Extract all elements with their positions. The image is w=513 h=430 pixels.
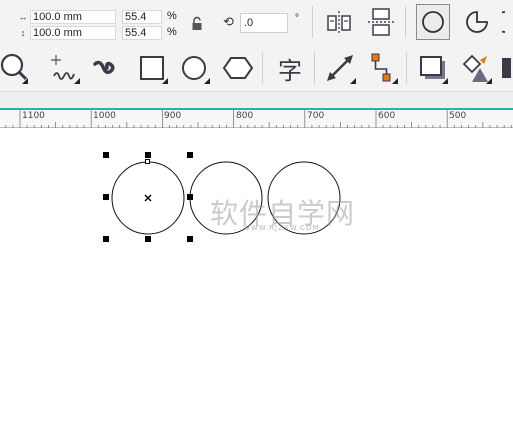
horizontal-ruler[interactable]: 1100 1000 900 800 700 600 500	[0, 110, 513, 128]
handle-middle-left[interactable]	[103, 194, 109, 200]
ruler-label: 1000	[93, 111, 116, 121]
object-height-field[interactable]: 100.0 mm	[30, 26, 116, 40]
mirror-vertical-icon	[368, 8, 394, 36]
ruler-label: 1100	[22, 111, 45, 121]
scale-x-field[interactable]: 55.4	[122, 10, 162, 24]
handle-top-left[interactable]	[103, 152, 109, 158]
ellipse-icon	[422, 11, 444, 33]
mirror-vertical-button[interactable]	[364, 4, 398, 40]
handle-bottom-center[interactable]	[145, 236, 151, 242]
connector-tool[interactable]	[364, 50, 400, 86]
text-tool[interactable]: 字	[272, 50, 308, 86]
degree-symbol: °	[295, 13, 299, 24]
object-width-field[interactable]: 100.0 mm	[30, 10, 116, 24]
rectangle-tool[interactable]	[134, 50, 170, 86]
ruler-label: 500	[449, 111, 467, 121]
handle-bottom-left[interactable]	[103, 236, 109, 242]
toolbox-separator	[406, 52, 407, 84]
fill-icon	[502, 58, 511, 78]
ruler-label: 900	[164, 111, 182, 121]
handle-top-center[interactable]	[145, 152, 151, 158]
artistic-media-icon	[93, 60, 115, 75]
document-tab-strip	[0, 92, 513, 110]
scale-y-percent: %	[167, 26, 177, 38]
hexagon-icon	[222, 57, 254, 79]
circle-node-handle[interactable]	[145, 159, 150, 164]
arc-mode-button[interactable]	[502, 4, 513, 40]
width-icon: ↔	[18, 12, 28, 22]
handle-bottom-right[interactable]	[187, 236, 193, 242]
pie-icon	[466, 11, 488, 33]
handle-middle-right[interactable]	[187, 194, 193, 200]
canvas-drawing	[103, 152, 341, 242]
arc-icon	[502, 11, 506, 33]
ruler-label: 800	[236, 111, 254, 121]
interactive-fill-tool[interactable]	[458, 50, 494, 86]
rotation-icon: ⟲	[223, 14, 234, 29]
drawing-canvas[interactable]: 软件自学网 WWW.RJZXW.COM	[0, 129, 513, 430]
watermark-url: WWW.RJZXW.COM	[243, 224, 320, 232]
toolbar-separator	[312, 6, 313, 38]
object-height-row: ↕ 100.0 mm	[16, 26, 118, 40]
center-marker-icon	[144, 194, 152, 202]
drop-shadow-tool[interactable]	[414, 50, 450, 86]
polygon-tool[interactable]	[220, 50, 256, 86]
scale-y-field[interactable]: 55.4	[122, 26, 162, 40]
toolbar-separator	[405, 6, 406, 38]
dimension-tool[interactable]	[322, 50, 358, 86]
handle-top-right[interactable]	[187, 152, 193, 158]
fill-tool-partial[interactable]	[500, 50, 513, 86]
ellipse-tool[interactable]	[176, 50, 212, 86]
pie-mode-button[interactable]	[460, 4, 494, 40]
toolbox-separator	[314, 52, 315, 84]
scale-x-percent: %	[167, 10, 177, 22]
lock-ratio-icon[interactable]	[190, 16, 204, 32]
artistic-media-tool[interactable]	[88, 50, 124, 86]
property-bar: ↔ 100.0 mm ↕ 100.0 mm 55.4 55.4 % % ⟲ .0…	[0, 0, 513, 44]
toolbox-separator	[262, 52, 263, 84]
zoom-tool[interactable]	[0, 50, 30, 86]
selection-handles[interactable]	[103, 152, 193, 242]
freehand-tool[interactable]	[46, 50, 82, 86]
mirror-horizontal-button[interactable]	[322, 4, 356, 40]
ellipse-mode-button[interactable]	[416, 4, 450, 40]
ruler-ticks	[5, 110, 512, 128]
mirror-horizontal-icon	[327, 11, 351, 33]
toolbox-row: 字	[0, 44, 513, 92]
rotation-angle-field[interactable]: .0	[240, 13, 288, 33]
ruler-label: 700	[307, 111, 325, 121]
text-tool-glyph: 字	[278, 56, 302, 85]
height-icon: ↕	[20, 28, 26, 38]
ruler-label: 600	[378, 111, 396, 121]
object-width-row: ↔ 100.0 mm	[16, 10, 118, 24]
